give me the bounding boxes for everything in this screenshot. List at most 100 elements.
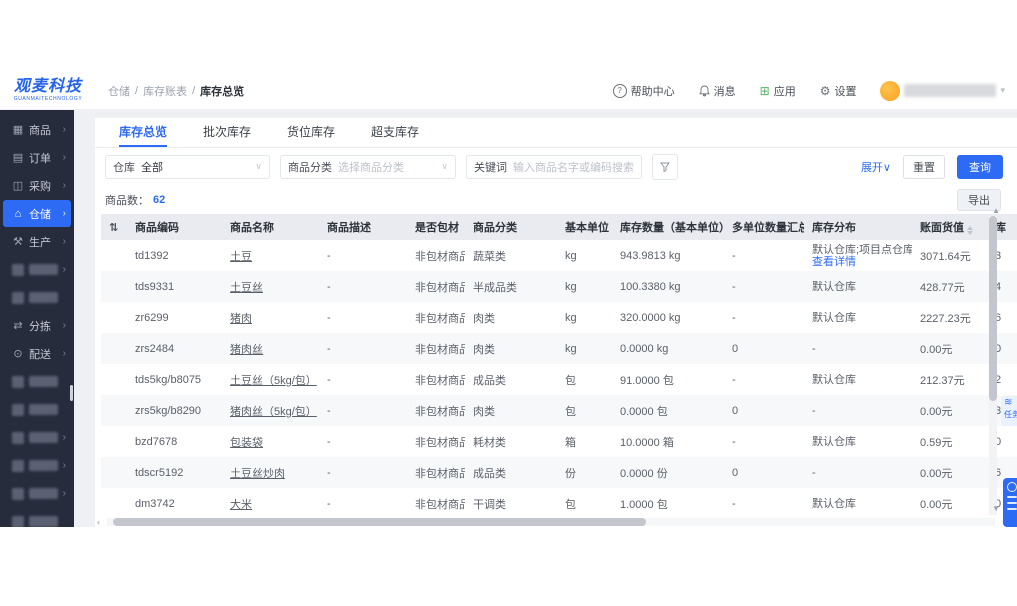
table-row[interactable]: zrs5kg/b8290 猪肉丝（5kg/包） - 非包材商品 肉类 包 0.0… (101, 395, 1017, 426)
table-header-row: ⇅ 商品编码 商品名称 商品描述 是否包材 商品分类 基本单位 库存数量（基本单… (101, 214, 1017, 240)
table-row[interactable]: td1392 土豆 - 非包材商品 蔬菜类 kg 943.9813 kg - 默… (101, 240, 1017, 271)
brand-subtitle: GUANMAITECHNOLOGY (13, 96, 83, 102)
product-name-link[interactable]: 土豆丝炒肉 (230, 468, 285, 480)
table-row[interactable]: zrs2484 猪肉丝 - 非包材商品 肉类 kg 0.0000 kg 0 - … (101, 333, 1017, 364)
cell-code: td1392 (135, 249, 169, 262)
cell-name: 包装袋 (222, 434, 319, 450)
tab-overdraft-inventory[interactable]: 超支库存 (371, 118, 419, 147)
sidebar-item-redacted[interactable]: › (3, 396, 71, 423)
summary-bar: 商品数： 62 导出 (95, 185, 1017, 214)
view-details-link[interactable]: 查看详情 (812, 256, 912, 268)
orders-icon: ▤ (12, 152, 24, 164)
sidebar-item-2[interactable]: ◫ 采购 › (3, 172, 71, 199)
col-header-book-value[interactable]: 账面货值 (912, 219, 987, 235)
cell-desc: - (327, 404, 331, 417)
scroll-up-arrow[interactable]: ▲ (992, 206, 1000, 215)
tab-slot-inventory[interactable]: 货位库存 (287, 118, 335, 147)
apps-button[interactable]: ⊞ 应用 (760, 83, 796, 99)
breadcrumb-item[interactable]: 库存账表 (143, 83, 187, 99)
sidebar-item-1[interactable]: ▤ 订单 › (3, 144, 71, 171)
product-name-link[interactable]: 大米 (230, 499, 252, 511)
sidebar-item-redacted[interactable]: › (3, 284, 71, 311)
messages-button[interactable]: 消息 (698, 83, 736, 99)
settings-button[interactable]: ⚙ 设置 (820, 83, 857, 99)
help-center-button[interactable]: ? 帮助中心 (612, 83, 675, 99)
sidebar-scrollbar-thumb[interactable] (70, 385, 73, 401)
product-name-link[interactable]: 猪肉 (230, 313, 252, 325)
col-header-stock[interactable]: 库存数量（基本单位） (612, 219, 724, 235)
table-body: td1392 土豆 - 非包材商品 蔬菜类 kg 943.9813 kg - 默… (101, 240, 1017, 518)
sidebar-item-label: 仓储 (29, 208, 51, 221)
sidebar-item-0[interactable]: ▦ 商品 › (3, 116, 71, 143)
horizontal-scrollbar-thumb[interactable] (113, 518, 646, 526)
gear-icon: ⚙ (819, 83, 831, 98)
advanced-filter-button[interactable] (652, 153, 678, 180)
sort-icons[interactable] (967, 226, 973, 235)
sidebar-item-redacted[interactable]: › (3, 368, 71, 395)
tab-inventory-overview[interactable]: 库存总览 (119, 118, 168, 147)
chevron-right-icon: › (62, 208, 66, 219)
column-settings-icon[interactable]: ⇅ (109, 222, 118, 234)
table-row[interactable]: tds5kg/b8075 土豆丝（5kg/包） - 非包材商品 成品类 包 91… (101, 364, 1017, 395)
table-row[interactable]: bzd7678 包装袋 - 非包材商品 耗材类 箱 10.0000 箱 - 默认… (101, 426, 1017, 457)
product-name-link[interactable]: 土豆 (230, 251, 252, 263)
cell-name: 土豆丝（5kg/包） (222, 372, 319, 388)
expand-filters-link[interactable]: 展开∨ (861, 159, 891, 175)
cell-multi-unit: 0 (732, 342, 739, 355)
product-name-link[interactable]: 猪肉丝 (230, 344, 263, 356)
cell-multi-unit: - (732, 249, 736, 262)
cell-desc: - (327, 311, 331, 324)
sidebar-item-8[interactable]: ⊙ 配送 › (3, 340, 71, 367)
breadcrumb-separator: / (192, 84, 196, 97)
tasks-floating-button[interactable]: ≋ 任务 (1001, 396, 1017, 426)
vertical-scrollbar-thumb[interactable] (989, 216, 997, 402)
product-name-link[interactable]: 猪肉丝（5kg/包） (230, 406, 317, 418)
cell-desc: - (327, 435, 331, 448)
col-header-multi-unit: 多单位数量汇总 (732, 222, 804, 234)
cell-book-value: 0.00元 (920, 405, 953, 418)
product-name-link[interactable]: 土豆丝（5kg/包） (230, 375, 317, 387)
cell-packing: 非包材商品 (415, 436, 465, 449)
horizontal-scrollbar[interactable] (107, 518, 995, 526)
sidebar-item-redacted[interactable]: › (3, 452, 71, 479)
product-name-link[interactable]: 包装袋 (230, 437, 263, 449)
reset-button[interactable]: 重置 (903, 154, 945, 179)
table-row[interactable]: dm3742 大米 - 非包材商品 干调类 包 1.0000 包 - 默认仓库 … (101, 488, 1017, 518)
sidebar-item-redacted[interactable]: › (3, 480, 71, 507)
query-button[interactable]: 查询 (957, 154, 1003, 179)
chevron-right-icon: › (62, 124, 66, 135)
cell-name: 土豆 (222, 248, 319, 264)
table-row[interactable]: tds9331 土豆丝 - 非包材商品 半成品类 kg 100.3380 kg … (101, 271, 1017, 302)
col-header-packing: 是否包材 (415, 222, 459, 234)
cell-distribution: 默认仓库 (812, 311, 856, 324)
help-center-label: 帮助中心 (630, 85, 675, 98)
sidebar-item-redacted[interactable]: › (3, 508, 71, 527)
cell-stock: 1.0000 包 (620, 498, 668, 511)
category-select[interactable]: 商品分类 选择商品分类 ∨ (280, 154, 456, 179)
vertical-scrollbar[interactable] (989, 216, 997, 515)
sidebar-item-redacted[interactable]: › (3, 424, 71, 451)
cell-name: 土豆丝炒肉 (222, 465, 319, 481)
sidebar-item-3[interactable]: ⌂ 仓储 › (3, 200, 71, 227)
brand-logo[interactable]: 观麦科技 GUANMAITECHNOLOGY (0, 79, 96, 102)
sidebar-item-redacted[interactable]: › (3, 256, 71, 283)
table-row[interactable]: zr6299 猪肉 - 非包材商品 肉类 kg 320.0000 kg - 默认… (101, 302, 1017, 333)
cell-packing: 非包材商品 (415, 374, 465, 387)
cell-unit: kg (565, 280, 577, 293)
sidebar-item-label-redacted (29, 488, 58, 499)
scroll-down-arrow[interactable]: ▼ (992, 504, 1000, 513)
breadcrumb-item[interactable]: 仓储 (108, 83, 130, 99)
sidebar-item-7[interactable]: ⇄ 分拣 › (3, 312, 71, 339)
service-floating-button[interactable] (1003, 478, 1017, 527)
cell-book-value: 0.00元 (920, 343, 953, 356)
product-name-link[interactable]: 土豆丝 (230, 282, 263, 294)
user-menu[interactable]: ▾ (880, 80, 1005, 101)
cell-packing: 非包材商品 (415, 281, 465, 294)
tab-batch-inventory[interactable]: 批次库存 (203, 118, 251, 147)
warehouse-select[interactable]: 仓库 全部 ∨ (105, 154, 270, 179)
table-row[interactable]: tdscr5192 土豆丝炒肉 - 非包材商品 成品类 份 0.0000 份 0… (101, 457, 1017, 488)
sidebar-item-4[interactable]: ⚒ 生产 › (3, 228, 71, 255)
keyword-search-input[interactable]: 关键词 输入商品名字或编码搜索 (466, 154, 642, 179)
scroll-left-arrow[interactable]: ‹ (97, 517, 100, 527)
col-header-unit: 基本单位 (565, 222, 609, 235)
